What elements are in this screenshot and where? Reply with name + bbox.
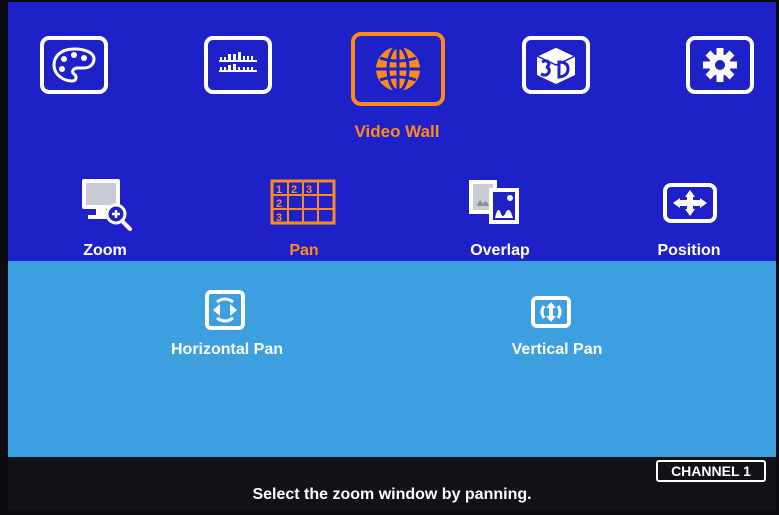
- pan-grid-number-1: 1: [276, 184, 282, 196]
- sub-item-position[interactable]: [662, 182, 718, 224]
- osd-screen: Video Wall Zoom 1 2 3 2 3 Pan Overlap Po…: [8, 2, 776, 511]
- channel-badge: CHANNEL 1: [656, 460, 766, 482]
- horizontal-pan-icon: [205, 290, 245, 330]
- option-vertical-pan[interactable]: [531, 296, 571, 328]
- option-horizontal-pan[interactable]: [205, 290, 245, 330]
- palette-icon: [52, 47, 96, 83]
- pan-grid-number-3: 3: [306, 184, 312, 196]
- zoom-label: Zoom: [83, 242, 127, 259]
- vertical-pan-label: Vertical Pan: [511, 341, 603, 358]
- overlap-pictures-icon: [469, 180, 519, 224]
- menu-item-setup[interactable]: [686, 36, 754, 94]
- globe-icon: [376, 45, 420, 93]
- pan-label: Pan: [289, 242, 319, 259]
- status-message: Select the zoom window by panning.: [252, 486, 532, 503]
- position-arrows-icon: [663, 183, 717, 223]
- zoom-monitor-icon: [82, 179, 132, 231]
- sub-item-pan[interactable]: 1 2 3 2 3: [270, 179, 336, 225]
- vertical-pan-icon: [531, 296, 571, 328]
- overlap-label: Overlap: [470, 242, 530, 259]
- settings-gear-icon: [703, 48, 737, 82]
- pan-grid-number-2: 2: [291, 184, 297, 196]
- menu-item-color[interactable]: [40, 36, 108, 94]
- menu-item-3d[interactable]: [522, 36, 590, 94]
- position-label: Position: [657, 242, 721, 259]
- sub-item-overlap[interactable]: [465, 176, 527, 228]
- adjust-sliders-icon: [219, 52, 257, 72]
- pan-options-panel: Horizontal Pan Vertical Pan: [8, 261, 776, 457]
- menu-item-picture-adjust[interactable]: [204, 36, 272, 94]
- horizontal-pan-label: Horizontal Pan: [170, 341, 284, 358]
- 3d-icon: [535, 46, 577, 84]
- menu-item-video-wall[interactable]: [351, 32, 445, 106]
- pan-grid-icon: 1 2 3 2 3: [270, 179, 336, 225]
- sub-item-zoom[interactable]: [78, 176, 138, 232]
- pan-grid-number-3b: 3: [276, 212, 282, 224]
- video-wall-label: Video Wall: [354, 122, 440, 141]
- main-menu-panel: Video Wall Zoom 1 2 3 2 3 Pan Overlap Po…: [8, 2, 776, 261]
- pan-grid-number-2b: 2: [276, 198, 282, 210]
